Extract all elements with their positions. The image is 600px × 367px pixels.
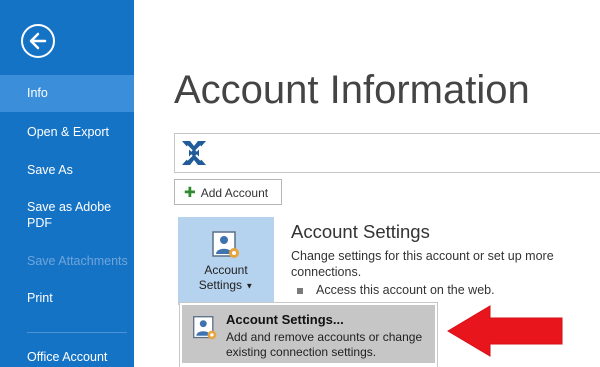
account-settings-label-line2: Settings xyxy=(198,278,243,292)
account-settings-dropdown: Account Settings... Add and remove accou… xyxy=(179,302,438,367)
bullet-icon xyxy=(297,287,303,294)
account-selector[interactable] xyxy=(174,133,600,173)
account-settings-button[interactable]: Account Settings ▼ xyxy=(178,217,274,305)
nav-item-print[interactable]: Print xyxy=(0,290,134,306)
annotation-arrow-icon xyxy=(447,305,563,357)
add-account-button[interactable]: ✚ Add Account xyxy=(174,179,282,205)
menu-item-account-settings[interactable]: Account Settings... Add and remove accou… xyxy=(182,305,435,363)
nav-item-save-attachments: Save Attachments xyxy=(27,254,128,268)
page-title: Account Information xyxy=(174,68,530,112)
menu-item-title: Account Settings... xyxy=(226,312,344,327)
menu-item-description: Add and remove accounts or change existi… xyxy=(226,330,423,359)
nav-item-save-as-adobe-pdf[interactable]: Save as Adobe PDF xyxy=(0,199,120,231)
nav-item-open-export[interactable]: Open & Export xyxy=(0,124,134,140)
account-settings-label-line1: Account xyxy=(204,263,248,277)
nav-item-save-as[interactable]: Save As xyxy=(0,162,134,178)
nav-item-office-account[interactable]: Office Account xyxy=(0,349,134,365)
back-button[interactable] xyxy=(21,24,55,58)
chevron-down-icon: ▼ xyxy=(245,281,254,291)
backstage-nav: Info Open & Export Save As Save as Adobe… xyxy=(0,0,134,367)
account-settings-icon xyxy=(212,231,239,258)
account-settings-description: Change settings for this account or set … xyxy=(291,249,554,279)
web-access-link[interactable]: Access this account on the web. xyxy=(316,283,495,297)
account-settings-button-label: Account Settings ▼ xyxy=(178,263,274,293)
web-access-bullet[interactable]: Access this account on the web. xyxy=(297,283,495,297)
plus-icon: ✚ xyxy=(184,184,196,200)
back-arrow-icon xyxy=(29,32,47,50)
exchange-icon xyxy=(182,141,206,165)
account-settings-icon xyxy=(193,316,217,340)
account-settings-heading: Account Settings xyxy=(291,221,430,242)
add-account-label: Add Account xyxy=(200,186,269,200)
nav-item-info[interactable]: Info xyxy=(0,75,134,112)
nav-divider xyxy=(27,332,127,333)
